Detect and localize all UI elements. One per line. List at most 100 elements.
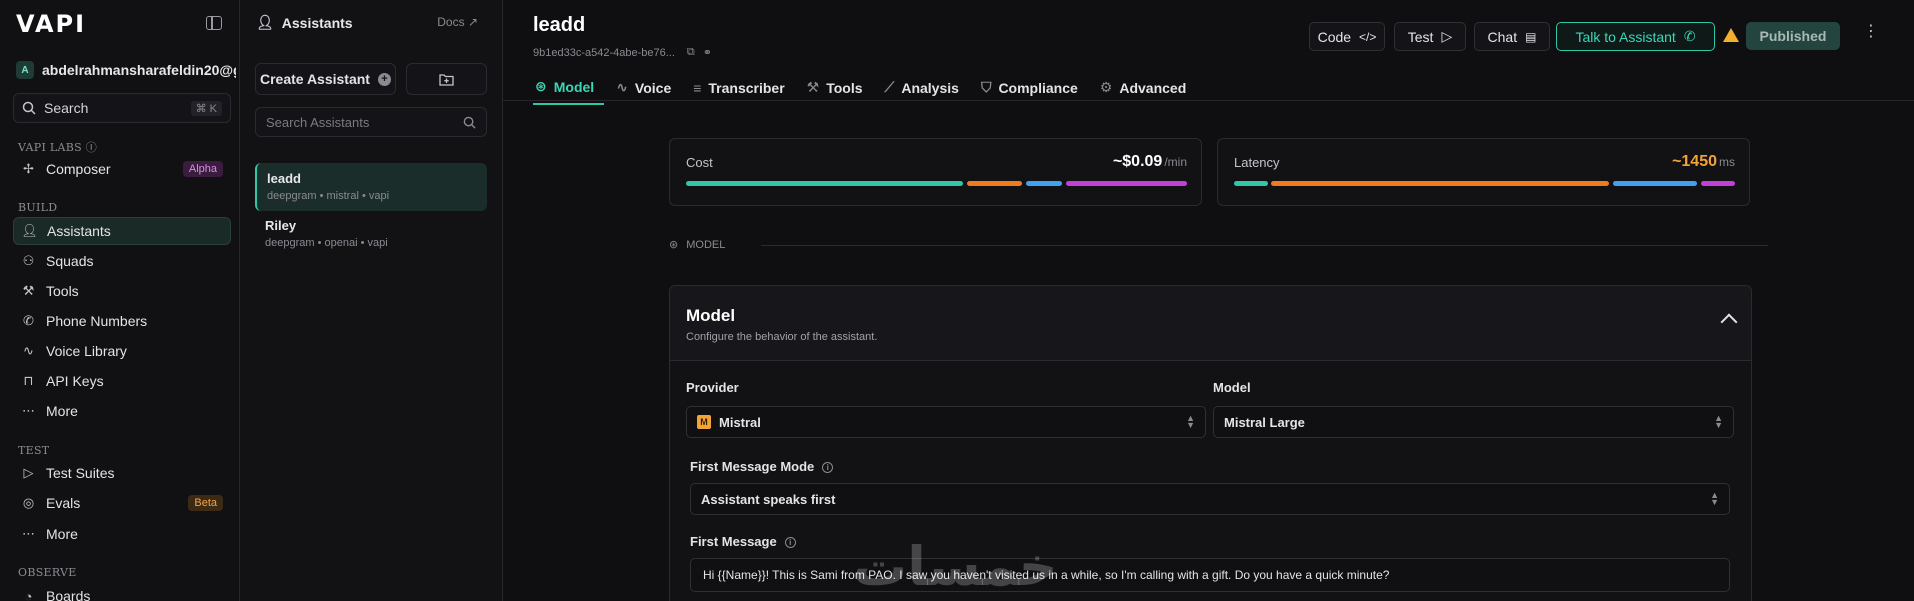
model-card-header[interactable]: Model Configure the behavior of the assi… (670, 286, 1751, 361)
gear-icon: ⚙ (1099, 79, 1113, 95)
brain-icon: ⊛ (669, 239, 679, 251)
assistants-header: 👤︎ Assistants (256, 14, 353, 31)
assistant-item-leadd[interactable]: leadd deepgram • mistral • vapi (255, 163, 487, 211)
model-card-subtitle: Configure the behavior of the assistant. (686, 331, 878, 343)
assistant-id: 9b1ed33c-a542-4abe-be76... ⧉ ⚭ (533, 46, 712, 59)
link-icon[interactable]: ⚭ (703, 46, 712, 59)
cost-bar-voice (1026, 181, 1062, 186)
section-observe: OBSERVE (18, 566, 77, 579)
avatar: A (16, 61, 34, 79)
alpha-badge: Alpha (182, 161, 223, 177)
section-model-label: ⊛ MODEL (669, 238, 726, 252)
page-title: leadd (533, 14, 586, 36)
mistral-logo-icon: M (697, 415, 711, 429)
brain-icon: ⊛ (535, 78, 547, 94)
sidebar-item-voice-library[interactable]: ∿ Voice Library (13, 337, 231, 365)
user-icon: 👤︎ (256, 14, 274, 30)
latency-card: Latency ~1450 ms (1217, 138, 1750, 206)
sidebar-item-composer[interactable]: ✢ Composer Alpha (13, 155, 231, 183)
first-message-label: First Message i (690, 534, 796, 549)
first-message-mode-label: First Message Mode i (690, 459, 834, 474)
code-button[interactable]: Code </> (1309, 22, 1385, 51)
model-select[interactable]: Mistral Large ▲ ▼ (1213, 406, 1734, 438)
sidebar-item-assistants[interactable]: 👤︎ Assistants (13, 217, 231, 245)
chevron-updown-icon: ▲ ▼ (1710, 490, 1719, 507)
sidebar-item-squads[interactable]: ⚇ Squads (13, 247, 231, 275)
search-assistants-input[interactable] (266, 114, 463, 130)
ellipsis-icon: ⋯ (22, 526, 35, 541)
model-card-title: Model (686, 306, 736, 325)
shield-icon: ⛉ (980, 79, 992, 95)
wrench-icon: ⚒ (22, 283, 35, 298)
first-message-input[interactable]: Hi {{Name}}! This is Sami from PAO. I sa… (690, 558, 1730, 592)
info-icon: ⓘ (85, 141, 98, 154)
first-message-mode-select[interactable]: Assistant speaks first ▲ ▼ (690, 483, 1730, 515)
docs-link[interactable]: Docs ↗ (437, 15, 478, 29)
cost-card: Cost ~$0.09/min (669, 138, 1202, 206)
user-icon: 👤︎ (21, 223, 38, 238)
vapi-logo[interactable]: VAPI (16, 10, 86, 38)
board-icon: ◔ (24, 588, 33, 601)
wrench-icon: ⚒ (806, 79, 820, 95)
main-content: leadd 9b1ed33c-a542-4abe-be76... ⧉ ⚭ Cod… (503, 0, 1914, 601)
sidebar-item-tools[interactable]: ⚒ Tools (13, 277, 231, 305)
search-icon (22, 101, 36, 115)
search-label: Search (44, 100, 89, 116)
latency-value: ~1450 ms (1672, 153, 1735, 170)
sidebar-item-more-test[interactable]: ⋯ More (13, 520, 231, 548)
cost-bar-transcriber (686, 181, 963, 186)
search-shortcut: ⌘ K (190, 100, 222, 116)
chart-icon: ⟋ (884, 79, 895, 95)
search-icon (463, 116, 476, 129)
code-icon: </> (1359, 29, 1377, 44)
waveform-icon: ∿ (616, 79, 628, 95)
latency-label: Latency (1234, 155, 1280, 170)
sidebar-item-phone-numbers[interactable]: ✆ Phone Numbers (13, 307, 231, 335)
sidebar-collapse-icon[interactable] (206, 16, 222, 30)
account-switcher[interactable]: A abdelrahmansharafeldin20@gmail.com (16, 60, 236, 80)
global-search[interactable]: Search ⌘ K (13, 93, 231, 123)
sidebar-item-evals[interactable]: ◎ Evals Beta (13, 489, 231, 517)
assistants-panel: 👤︎ Assistants Docs ↗ Create Assistant + … (240, 0, 503, 601)
warning-icon[interactable] (1723, 28, 1739, 42)
latency-bar-voice (1613, 181, 1697, 186)
model-label: Model (1213, 380, 1251, 395)
more-options-icon[interactable]: ⋮ (1863, 24, 1879, 40)
ellipsis-icon: ⋯ (22, 403, 35, 418)
chat-button[interactable]: Chat ▤ (1474, 22, 1550, 51)
lines-icon: ≡ (693, 79, 702, 96)
published-button[interactable]: Published (1746, 22, 1840, 50)
search-assistants[interactable] (255, 107, 487, 137)
compass-icon: ◎ (22, 495, 35, 510)
info-icon: i (822, 462, 834, 474)
copy-icon[interactable]: ⧉ (687, 46, 695, 59)
beta-badge: Beta (188, 495, 223, 511)
sidebar-item-api-keys[interactable]: ⊓ API Keys (13, 367, 231, 395)
sidebar-item-test-suites[interactable]: ▷ Test Suites (13, 459, 231, 487)
waveform-icon: ∿ (23, 343, 34, 358)
sidebar-item-more-build[interactable]: ⋯ More (13, 397, 231, 425)
watermark: خمسات (853, 535, 1058, 598)
assistant-item-riley[interactable]: Riley deepgram • openai • vapi (255, 210, 487, 258)
model-config-card: Model Configure the behavior of the assi… (669, 285, 1752, 601)
chevron-updown-icon: ▲ ▼ (1714, 413, 1723, 430)
talk-to-assistant-button[interactable]: Talk to Assistant ✆ (1556, 22, 1715, 51)
cost-value: ~$0.09/min (1112, 153, 1187, 170)
new-folder-button[interactable] (406, 63, 487, 95)
latency-bar-platform (1701, 181, 1735, 186)
sidebar-item-boards[interactable]: ◔ Boards (13, 582, 231, 601)
test-button[interactable]: Test ▷ (1394, 22, 1466, 51)
sidebar: VAPI A abdelrahmansharafeldin20@gmail.co… (0, 0, 240, 601)
phone-icon: ✆ (23, 313, 34, 328)
cost-label: Cost (686, 155, 713, 170)
external-link-icon: ↗ (467, 15, 478, 29)
lock-icon: ⊓ (23, 373, 34, 388)
create-assistant-button[interactable]: Create Assistant + (255, 63, 396, 95)
chevron-up-icon[interactable] (1720, 313, 1738, 331)
provider-select[interactable]: M Mistral ▲ ▼ (686, 406, 1206, 438)
account-email: abdelrahmansharafeldin20@gmail.com (42, 62, 236, 78)
cost-bar-model (967, 181, 1022, 186)
section-divider (761, 245, 1768, 246)
plus-circle-icon: + (377, 72, 391, 86)
provider-label: Provider (686, 380, 739, 395)
